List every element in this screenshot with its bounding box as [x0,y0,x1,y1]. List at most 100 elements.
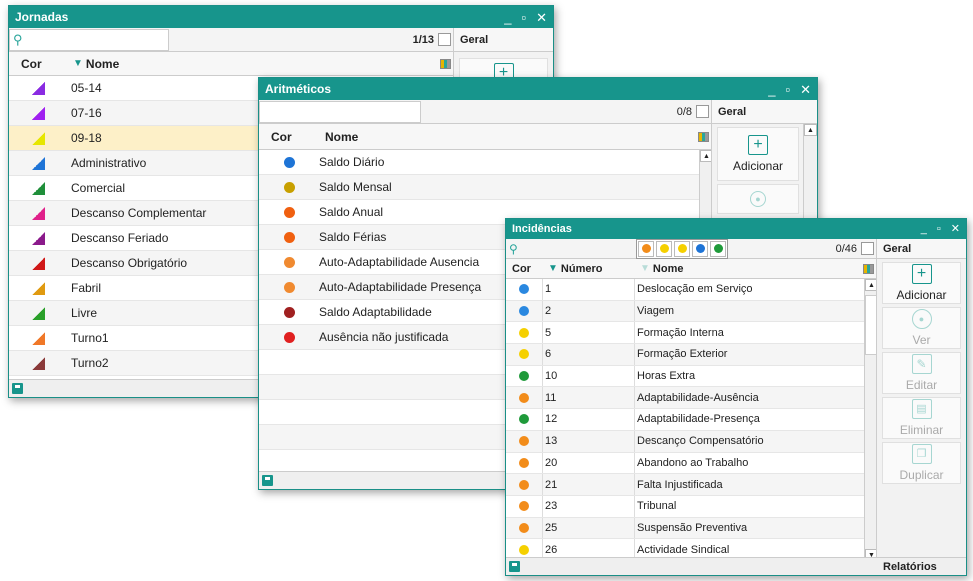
color-filter-button[interactable] [710,240,726,257]
reports-tab[interactable]: Relatórios [877,557,966,575]
col-cor-header[interactable]: Cor [9,57,67,71]
color-dot [259,306,319,318]
column-chooser-icon[interactable] [863,263,874,274]
table-row[interactable]: 23 Tribunal [506,495,864,518]
color-filter-button[interactable] [692,240,708,257]
color-dot-icon [519,414,529,425]
close-icon[interactable]: ✕ [536,11,547,24]
table-row[interactable]: 2 Viagem [506,300,864,323]
view-button[interactable]: ● Ver [882,307,961,349]
table-row[interactable]: 20 Abandono ao Trabalho [506,452,864,475]
column-chooser-icon[interactable] [440,58,451,69]
color-dot-icon [283,256,295,268]
jornadas-grid-header: Cor ▼ Nome [9,52,455,76]
search-input[interactable]: ⚲ [506,239,636,258]
color-dot-icon [519,457,529,468]
color-swatch-icon [31,131,45,145]
delete-button[interactable]: ▤ Eliminar [882,397,961,439]
aritmeticos-titlebar[interactable]: Aritméticos _ ▫ ✕ [259,78,817,100]
color-swatch-icon [31,356,45,370]
save-icon[interactable] [509,561,520,572]
color-swatch-icon [31,231,45,245]
view-button[interactable]: ● [717,184,799,214]
color-swatch [9,131,67,145]
search-input[interactable] [259,100,421,123]
pencil-icon: ✎ [911,354,932,374]
add-button[interactable]: + Adicionar [717,127,799,181]
select-all-checkbox[interactable] [438,33,451,46]
row-name: Adaptabilidade-Presença [634,409,864,430]
row-name: Suspensão Preventiva [634,517,864,539]
table-row[interactable]: Saldo Diário [259,150,699,175]
color-dot [259,256,319,268]
color-dot [506,349,542,360]
search-input[interactable]: ⚲ [9,28,169,51]
window-title: Incidências [512,223,572,235]
select-all-checkbox[interactable] [861,242,874,255]
col-cor-header[interactable]: Cor [506,263,542,275]
table-row[interactable]: Saldo Mensal [259,175,699,200]
minimize-icon[interactable]: _ [921,223,927,235]
color-dot [259,281,319,293]
color-filter-button[interactable] [638,240,654,257]
table-row[interactable]: 25 Suspensão Preventiva [506,517,864,540]
row-number: 2 [542,300,634,322]
duplicate-button[interactable]: ❐ Duplicar [882,442,961,484]
table-row[interactable]: 6 Formação Exterior [506,344,864,366]
table-row[interactable]: 5 Formação Interna [506,322,864,345]
side-header: Geral [877,239,966,259]
color-dot [506,457,542,468]
sort-inactive-icon: ▼ [640,263,650,274]
color-filter-button[interactable] [656,240,672,257]
add-button[interactable]: + Adicionar [882,262,961,304]
select-all-checkbox[interactable] [696,105,709,118]
plus-icon: + [748,135,768,155]
save-icon[interactable] [12,383,23,394]
row-number: 21 [542,474,634,495]
color-filter-button[interactable] [674,240,690,257]
jornadas-titlebar[interactable]: Jornadas _ ▫ ✕ [9,6,553,28]
row-name: Saldo Mensal [319,180,392,194]
table-row[interactable]: 12 Adaptabilidade-Presença [506,409,864,431]
color-dot [506,327,542,338]
edit-button[interactable]: ✎ Editar [882,352,961,394]
incidencias-titlebar[interactable]: Incidências _ ▫ ✕ [506,219,966,239]
color-dot-icon [659,244,669,253]
save-icon[interactable] [262,475,273,486]
col-numero-header[interactable]: ▼ Número [542,263,634,275]
minimize-icon[interactable]: _ [768,83,775,96]
color-dot-icon [677,244,687,253]
record-counter: 0/8 [676,105,692,118]
color-dot-icon [713,244,723,253]
table-row[interactable]: 13 Descanço Compensatório [506,430,864,453]
col-nome-label: Nome [85,56,120,71]
color-swatch [9,206,67,220]
close-icon[interactable]: ✕ [951,223,960,235]
minimize-icon[interactable]: _ [504,11,511,24]
aritmeticos-toolbar: 0/8 [259,100,713,124]
col-nome-header[interactable]: ▼ Nome [634,263,863,275]
row-number: 1 [542,279,634,300]
close-icon[interactable]: ✕ [800,83,811,96]
color-swatch [9,281,67,295]
col-nome-header[interactable]: Nome [319,130,698,144]
table-row[interactable]: 11 Adaptabilidade-Ausência [506,387,864,410]
column-chooser-icon[interactable] [698,131,709,142]
table-row[interactable]: 21 Falta Injustificada [506,474,864,496]
incidencias-footer [506,557,878,575]
maximize-icon[interactable]: ▫ [937,223,941,235]
maximize-icon[interactable]: ▫ [785,83,790,96]
maximize-icon[interactable]: ▫ [521,11,526,24]
table-row[interactable]: 1 Deslocação em Serviço [506,279,864,301]
col-nome-header[interactable]: ▼ Nome [67,57,440,71]
col-cor-header[interactable]: Cor [259,130,319,144]
color-dot [506,392,542,403]
scroll-up-icon[interactable]: ▲ [804,124,817,136]
color-dot-icon [519,522,529,533]
table-row[interactable]: 10 Horas Extra [506,365,864,388]
color-dot-icon [519,327,529,338]
color-dot-icon [519,284,529,295]
row-number: 13 [542,430,634,452]
row-number: 5 [542,322,634,344]
row-name: Formação Exterior [634,344,864,365]
